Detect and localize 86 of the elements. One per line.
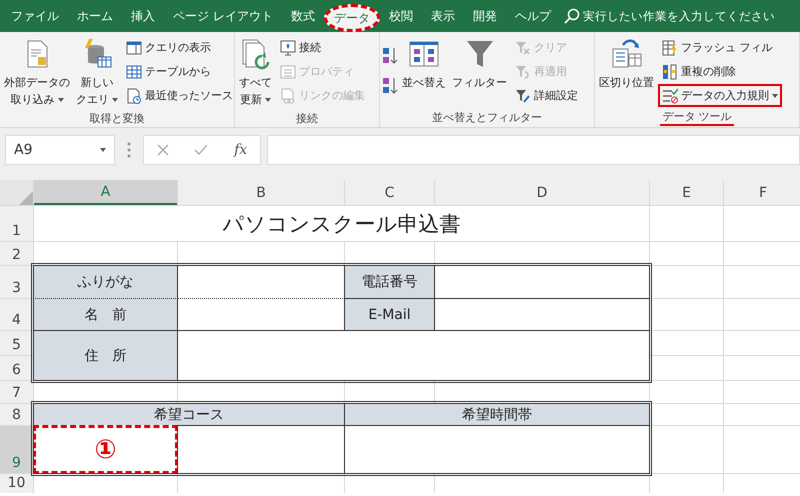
ribbon-tab[interactable]: ファイル xyxy=(2,0,68,32)
row-header[interactable]: 8 xyxy=(0,404,33,425)
group-label: 取得と変換 xyxy=(88,111,146,126)
data-validation-icon xyxy=(662,88,678,104)
ribbon-button[interactable]: すべて 更新 xyxy=(237,36,274,110)
table-cell: ① xyxy=(33,425,178,474)
group-label: 並べ替えとフィルター xyxy=(431,110,543,124)
sheet-title: パソコンスクール申込書 xyxy=(34,206,649,241)
sort-ascending-button[interactable] xyxy=(382,46,398,66)
insert-function-button[interactable]: fx xyxy=(234,142,248,158)
sort-descending-button[interactable] xyxy=(382,76,398,96)
reapply-filter-icon xyxy=(515,64,531,80)
sort-ascending-icon xyxy=(382,46,398,66)
caret-icon xyxy=(772,94,778,98)
ribbon-tab[interactable]: ヘルプ xyxy=(506,0,560,32)
cancel-button[interactable] xyxy=(156,144,169,156)
link-icon xyxy=(280,88,296,104)
ribbon-button[interactable]: フラッシュ フィル xyxy=(658,36,782,59)
column-header[interactable]: A xyxy=(34,180,177,205)
properties-icon xyxy=(280,64,296,80)
label-cell: 希望時間帯 xyxy=(344,403,650,426)
sort-descending-icon xyxy=(382,76,398,96)
label-cell: 電話番号 xyxy=(344,265,435,299)
caret-icon xyxy=(265,98,271,102)
row-header[interactable]: 9 xyxy=(0,426,33,473)
row-header[interactable]: 7 xyxy=(0,381,33,403)
advanced-filter-icon xyxy=(515,88,531,104)
ribbon-tab[interactable]: 表示 xyxy=(422,0,464,32)
ribbon-tab[interactable]: 数式 xyxy=(282,0,324,32)
row-header[interactable]: 6 xyxy=(0,356,33,380)
ribbon-tab[interactable]: 校閲 xyxy=(380,0,422,32)
group-label: データ ツール xyxy=(660,108,734,126)
row-header[interactable]: 10 xyxy=(0,474,33,493)
formula-input[interactable] xyxy=(267,135,800,165)
ribbon-tab[interactable]: ページ レイアウト xyxy=(164,0,282,32)
caret-icon xyxy=(100,148,106,152)
ribbon-button[interactable]: 新しい クエリ xyxy=(74,36,120,110)
enter-button[interactable] xyxy=(194,144,208,156)
remove-duplicates-icon xyxy=(662,64,678,80)
caret-icon xyxy=(58,98,64,102)
ribbon-button[interactable]: フィルター xyxy=(450,36,509,93)
ribbon-button[interactable]: 区切り位置 xyxy=(597,36,656,93)
row-header[interactable]: 2 xyxy=(0,242,33,265)
document-clock-icon xyxy=(126,88,142,104)
label-cell: ふりがな xyxy=(33,265,178,299)
label-cell: 希望コース xyxy=(33,403,345,426)
column-header[interactable]: E xyxy=(650,180,723,205)
ribbon-button[interactable]: クエリの表示 xyxy=(122,36,237,59)
column-header[interactable]: C xyxy=(345,180,434,205)
grip-icon xyxy=(127,142,131,158)
documents-refresh-icon xyxy=(240,38,272,70)
ribbon-button[interactable]: 重複の削除 xyxy=(658,60,782,83)
ribbon-button[interactable]: 外部データの 取り込み xyxy=(2,36,72,110)
caret-icon xyxy=(112,98,118,102)
ribbon-tab[interactable]: ホーム xyxy=(68,0,122,32)
label-cell: 住 所 xyxy=(33,330,178,381)
ribbon-button[interactable]: 並べ替え xyxy=(400,36,448,93)
ribbon-tab[interactable]: 挿入 xyxy=(122,0,164,32)
ribbon-button[interactable]: 接続 xyxy=(276,36,369,59)
search-field[interactable]: 実行したい作業を入力してください xyxy=(582,9,779,23)
row-header[interactable]: 5 xyxy=(0,331,33,355)
column-header[interactable]: D xyxy=(435,180,649,205)
text-to-columns-icon xyxy=(610,38,642,70)
ribbon-button[interactable]: 詳細設定 xyxy=(511,84,582,107)
name-box[interactable]: A9 xyxy=(5,135,115,165)
column-header[interactable]: B xyxy=(178,180,344,205)
ribbon-tab[interactable]: データ xyxy=(324,4,380,32)
row-header[interactable]: 4 xyxy=(0,299,33,330)
ribbon-button[interactable]: データの入力規則 xyxy=(658,84,782,107)
label-cell: 名 前 xyxy=(33,298,178,331)
check-icon xyxy=(194,144,208,156)
column-header[interactable]: F xyxy=(724,180,800,205)
clear-filter-icon xyxy=(515,40,531,56)
flash-fill-icon xyxy=(662,40,678,56)
table-icon xyxy=(126,64,142,80)
row-header[interactable]: 3 xyxy=(0,266,33,298)
row-header[interactable]: 1 xyxy=(0,206,33,241)
group-label: 接続 xyxy=(295,111,319,126)
ribbon-button[interactable]: テーブルから xyxy=(122,60,237,83)
connection-icon xyxy=(280,40,296,56)
ribbon-tab[interactable]: 開発 xyxy=(464,0,506,32)
label-cell: E-Mail xyxy=(344,298,435,331)
close-icon xyxy=(156,144,169,156)
ribbon-button[interactable]: 最近使ったソース xyxy=(122,84,237,107)
table-icon xyxy=(126,40,142,56)
search-icon xyxy=(564,8,580,24)
